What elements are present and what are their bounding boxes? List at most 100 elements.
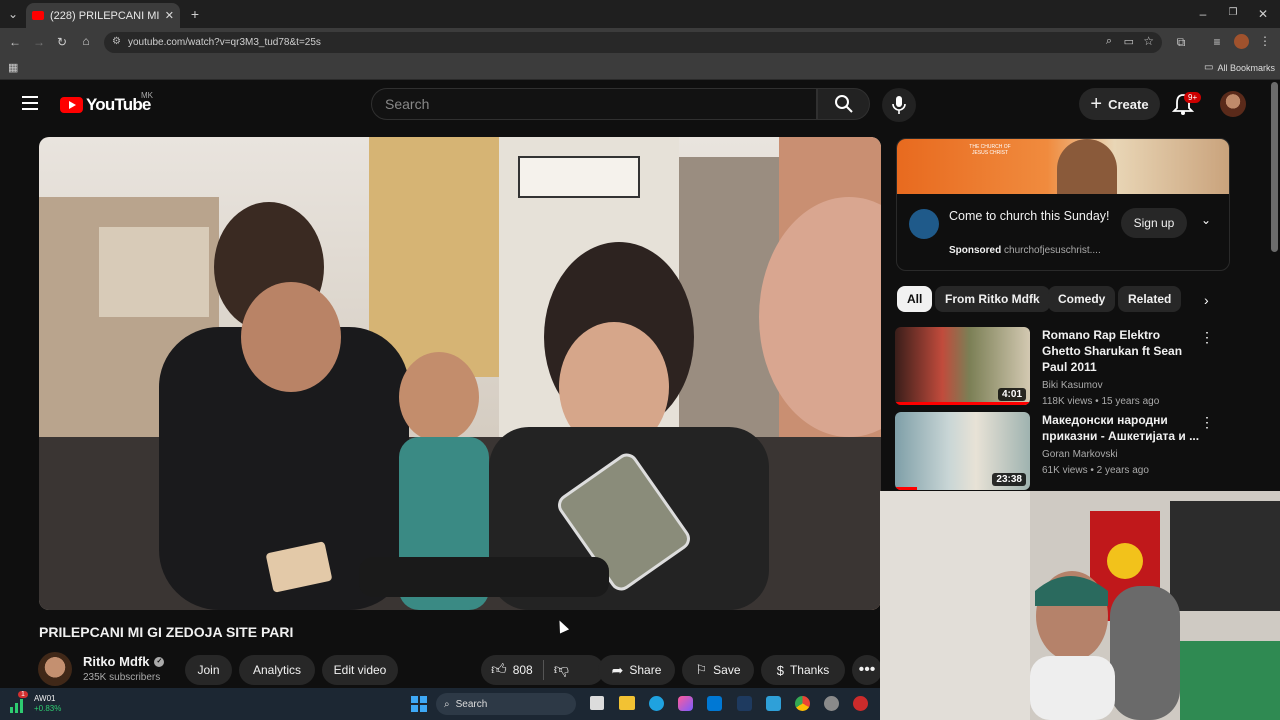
youtube-logo[interactable]: YouTube [60, 95, 151, 115]
stock-badge: 1 [18, 691, 28, 698]
chip-comedy[interactable]: Comedy [1048, 286, 1116, 312]
app-icon[interactable] [737, 696, 752, 711]
create-button[interactable]: + Create [1079, 88, 1160, 120]
voice-search-button[interactable] [882, 88, 916, 122]
channel-avatar[interactable] [38, 652, 72, 686]
obs-icon[interactable] [853, 696, 868, 711]
bookmark-star-icon[interactable]: ☆ [1143, 34, 1154, 48]
copilot-icon[interactable] [678, 696, 693, 711]
new-tab-icon[interactable]: + [188, 6, 202, 22]
reload-icon[interactable]: ↻ [55, 35, 69, 49]
mail-icon[interactable] [766, 696, 781, 711]
stock-change: +0.83% [34, 704, 62, 713]
region-code: MK [141, 91, 153, 100]
sign-up-button[interactable]: Sign up [1121, 208, 1187, 238]
tab-search-icon[interactable]: ⌄ [6, 7, 20, 21]
share-icon: ➦ [611, 661, 624, 678]
extensions-icon[interactable]: ⧉ [1174, 35, 1188, 50]
search-button[interactable] [817, 88, 870, 120]
share-button[interactable]: ➦ Share [598, 655, 675, 685]
taskbar-search[interactable]: ⌕ Search [436, 693, 576, 715]
video-thumbnail[interactable]: 23:38 [895, 412, 1030, 490]
chevron-right-icon[interactable]: › [1204, 292, 1209, 308]
address-bar[interactable]: ⚙ youtube.com/watch?v=qr3M3_tud78&t=25s … [104, 32, 1162, 53]
watch-progress-bar [895, 402, 1030, 405]
cast-icon[interactable]: ▭ [1124, 35, 1134, 48]
settings-gear-icon[interactable] [824, 696, 839, 711]
media-icon[interactable]: ≡ [1210, 35, 1224, 49]
microphone-icon [892, 96, 906, 114]
windows-start-icon[interactable] [411, 696, 427, 712]
channel-name: Ritko Mdfk [83, 654, 150, 669]
apps-grid-icon[interactable]: ▦ [8, 61, 18, 74]
ad-banner-figure [1057, 139, 1117, 194]
task-view-icon[interactable] [590, 696, 604, 710]
hamburger-menu-icon[interactable] [22, 96, 38, 110]
thumbs-up-icon: 👍︎ [491, 661, 507, 678]
stock-symbol: AW01 [34, 694, 56, 703]
close-tab-icon[interactable]: ✕ [165, 9, 174, 22]
chrome-icon[interactable] [795, 696, 810, 711]
ad-banner-text: THE CHURCH OF JESUS CHRIST [969, 144, 1011, 156]
recommendation-info: Македонски народни приказни - Ашкетијата… [1030, 412, 1200, 490]
account-avatar[interactable] [1220, 91, 1246, 117]
dislike-button[interactable]: 👎︎ [554, 661, 569, 679]
analytics-button[interactable]: Analytics [239, 655, 315, 685]
page-scrollbar[interactable] [1271, 82, 1278, 252]
youtube-favicon-icon [32, 11, 44, 20]
zoom-icon[interactable]: ⌕ [1106, 35, 1112, 48]
chevron-down-icon[interactable]: ⌄ [1201, 213, 1211, 227]
chip-all[interactable]: All [897, 286, 933, 312]
chip-from-channel[interactable]: From Ritko Mdfk [935, 286, 1050, 312]
profile-avatar[interactable] [1234, 34, 1249, 49]
share-label: Share [629, 663, 662, 677]
join-button[interactable]: Join [185, 655, 232, 685]
sponsored-ad-card[interactable]: THE CHURCH OF JESUS CHRIST Come to churc… [896, 138, 1230, 271]
kebab-menu-icon[interactable]: ⋮ [1200, 327, 1214, 405]
all-bookmarks-label: All Bookmarks [1217, 62, 1275, 73]
ad-banner-image: THE CHURCH OF JESUS CHRIST [897, 139, 1229, 194]
close-window-icon[interactable]: ✕ [1256, 7, 1270, 21]
bookmark-icon: ⚐ [695, 662, 708, 677]
back-icon[interactable]: ← [8, 35, 22, 49]
save-button[interactable]: ⚐ Save [682, 655, 754, 685]
browser-tab[interactable]: (228) PRILEPCANI MI GI ZEDOJA ✕ [26, 3, 180, 28]
browser-tabstrip: ⌄ (228) PRILEPCANI MI GI ZEDOJA ✕ + – ❐ … [0, 0, 1280, 28]
search-icon: ⌕ [444, 698, 450, 710]
notification-count: 9+ [1184, 92, 1202, 103]
kebab-menu-icon[interactable]: ⋮ [1200, 412, 1214, 490]
restore-icon[interactable]: ❐ [1226, 7, 1240, 18]
search-input[interactable]: Search [371, 88, 817, 120]
join-label: Join [197, 663, 220, 677]
search-icon [835, 95, 853, 113]
notifications-button[interactable]: 9+ [1171, 92, 1202, 121]
home-icon[interactable]: ⌂ [79, 34, 93, 48]
store-icon[interactable] [707, 696, 722, 711]
youtube-play-icon [60, 97, 83, 113]
video-player[interactable] [39, 137, 881, 610]
video-thumbnail[interactable]: 4:01 [895, 327, 1030, 405]
recommendation-channel: Goran Markovski [1042, 449, 1118, 460]
all-bookmarks[interactable]: ▭ All Bookmarks [1204, 62, 1275, 73]
like-button[interactable]: 👍︎ 808 [491, 661, 533, 679]
channel-name-row[interactable]: Ritko Mdfk ✓ [83, 654, 165, 669]
edge-browser-icon[interactable] [649, 696, 664, 711]
minimize-icon[interactable]: – [1196, 7, 1210, 21]
file-explorer-icon[interactable] [619, 696, 635, 710]
site-info-icon[interactable]: ⚙ [112, 36, 121, 47]
edit-video-button[interactable]: Edit video [322, 655, 398, 685]
recommendation-item[interactable]: 23:38 Македонски народни приказни - Ашке… [895, 412, 1235, 490]
menu-icon[interactable]: ⋮ [1258, 34, 1272, 48]
recommendation-item[interactable]: 4:01 Romano Rap Elektro Ghetto Sharukan … [895, 327, 1235, 407]
ad-sponsor-line: Sponsored churchofjesuschrist.... [949, 245, 1101, 256]
chip-related[interactable]: Related [1118, 286, 1182, 312]
video-title: PRILEPCANI MI GI ZEDOJA SITE PARI [39, 624, 294, 640]
webcam-overlay [880, 491, 1280, 720]
thanks-button[interactable]: $ Thanks [761, 655, 845, 685]
taskbar-search-label: Search [455, 698, 488, 710]
advertiser-logo-icon [909, 209, 939, 239]
forward-icon[interactable]: → [32, 35, 46, 49]
recommendation-channel: Biki Kasumov [1042, 380, 1103, 391]
more-actions-icon[interactable]: ••• [852, 655, 882, 685]
stock-widget[interactable]: 1 AW01 +0.83% [10, 691, 62, 714]
